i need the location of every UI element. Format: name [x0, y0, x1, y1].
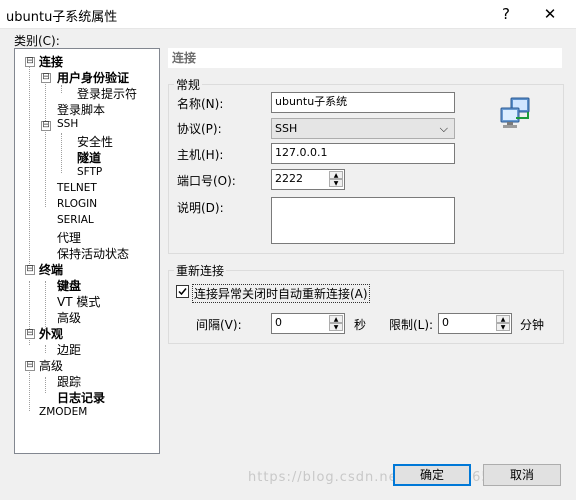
- chevron-down-icon: ⌵: [439, 122, 448, 135]
- tree-item-margins[interactable]: 边距: [57, 341, 81, 358]
- tree-item-rlogin[interactable]: RLOGIN: [57, 198, 97, 210]
- checkmark-icon: [178, 288, 187, 296]
- tree-item-zmodem[interactable]: ZMODEM: [39, 406, 87, 418]
- tree-item-ssh[interactable]: SSH: [57, 118, 78, 130]
- spin-up-icon[interactable]: ▲: [329, 315, 343, 323]
- collapse-icon[interactable]: ⊟: [25, 57, 35, 67]
- host-label: 主机(H):: [177, 148, 224, 162]
- spin-down-icon[interactable]: ▼: [496, 323, 510, 331]
- port-label: 端口号(O):: [177, 174, 236, 188]
- spin-up-icon[interactable]: ▲: [329, 171, 343, 179]
- protocol-label: 协议(P):: [177, 122, 222, 136]
- limit-label: 限制(L):: [389, 318, 434, 332]
- tree-item-security[interactable]: 安全性: [77, 133, 113, 150]
- interval-unit: 秒: [354, 318, 367, 332]
- name-label: 名称(N):: [177, 97, 224, 111]
- collapse-icon[interactable]: ⊟: [25, 329, 35, 339]
- ok-button[interactable]: 确定: [393, 464, 471, 486]
- tree-item-terminal-advanced[interactable]: 高级: [57, 309, 81, 326]
- limit-input[interactable]: 0 ▲ ▼: [438, 313, 512, 334]
- network-connection-icon: [500, 97, 530, 128]
- tree-item-login-prompt[interactable]: 登录提示符: [77, 85, 137, 102]
- tree-item-telnet[interactable]: TELNET: [57, 182, 97, 194]
- tree-item-keyboard[interactable]: 键盘: [57, 277, 81, 294]
- name-input[interactable]: ubuntu子系统: [271, 92, 455, 113]
- spin-down-icon[interactable]: ▼: [329, 179, 343, 187]
- tree-item-trace[interactable]: 跟踪: [57, 373, 81, 390]
- general-group-label: 常规: [174, 76, 203, 93]
- tree-item-terminal[interactable]: 终端: [39, 261, 63, 278]
- interval-input[interactable]: 0 ▲ ▼: [271, 313, 345, 334]
- host-input[interactable]: 127.0.0.1: [271, 143, 455, 164]
- spin-down-icon[interactable]: ▼: [329, 323, 343, 331]
- interval-value: 0: [275, 316, 282, 329]
- collapse-icon[interactable]: ⊟: [41, 121, 51, 131]
- spin-up-icon[interactable]: ▲: [496, 315, 510, 323]
- tree-item-keepalive[interactable]: 保持活动状态: [57, 245, 129, 262]
- tree-item-sftp[interactable]: SFTP: [77, 166, 102, 178]
- port-spinner[interactable]: ▲ ▼: [329, 171, 343, 188]
- port-value: 2222: [275, 172, 303, 185]
- interval-label: 间隔(V):: [196, 318, 242, 332]
- port-input[interactable]: 2222 ▲ ▼: [271, 169, 345, 190]
- title-bar: ubuntu子系统属性 ? ✕: [0, 0, 576, 29]
- category-label: 类别(C):: [14, 34, 60, 48]
- pane-title: 连接: [168, 48, 562, 68]
- collapse-icon[interactable]: ⊟: [25, 361, 35, 371]
- description-label: 说明(D):: [177, 201, 224, 215]
- limit-unit: 分钟: [520, 318, 545, 332]
- tree-item-auth[interactable]: 用户身份验证: [57, 69, 129, 86]
- protocol-value: SSH: [275, 122, 298, 135]
- reconnect-checkbox[interactable]: [176, 285, 189, 298]
- limit-spinner[interactable]: ▲ ▼: [496, 315, 510, 332]
- tree-item-serial[interactable]: SERIAL: [57, 214, 94, 226]
- description-input[interactable]: [271, 197, 455, 244]
- tree-item-vt-mode[interactable]: VT 模式: [57, 293, 100, 310]
- cancel-button[interactable]: 取消: [483, 464, 561, 486]
- limit-value: 0: [442, 316, 449, 329]
- tree-item-proxy[interactable]: 代理: [57, 229, 81, 246]
- tree-item-tunnel[interactable]: 隧道: [77, 149, 101, 166]
- tree-item-appearance[interactable]: 外观: [39, 325, 63, 342]
- tree-item-advanced[interactable]: 高级: [39, 357, 63, 374]
- help-button[interactable]: ?: [484, 0, 528, 28]
- tree-item-connection[interactable]: 连接: [39, 53, 63, 70]
- tree-item-logging[interactable]: 日志记录: [57, 389, 105, 406]
- protocol-select[interactable]: SSH ⌵: [271, 118, 455, 139]
- close-button[interactable]: ✕: [528, 0, 572, 28]
- collapse-icon[interactable]: ⊟: [41, 73, 51, 83]
- reconnect-checkbox-label[interactable]: 连接异常关闭时自动重新连接(A): [192, 284, 370, 303]
- tree-item-login-script[interactable]: 登录脚本: [57, 101, 105, 118]
- window-title: ubuntu子系统属性: [6, 10, 118, 25]
- interval-spinner[interactable]: ▲ ▼: [329, 315, 343, 332]
- reconnect-group-label: 重新连接: [174, 262, 227, 279]
- collapse-icon[interactable]: ⊟: [25, 265, 35, 275]
- category-tree[interactable]: ⊟ ⊟ ⊟ ⊟ ⊟ ⊟ 连接 用户身份验证 登录提示符 登录脚本 SSH 安全性…: [14, 48, 160, 454]
